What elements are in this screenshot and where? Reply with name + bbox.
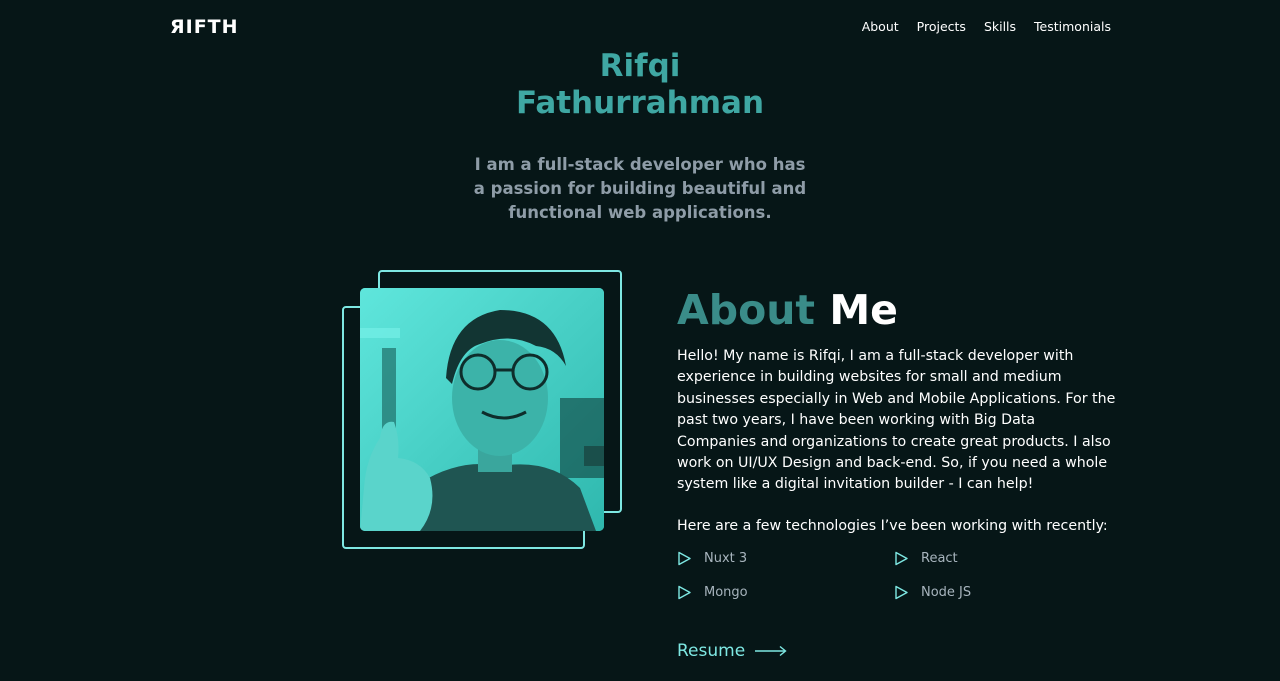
play-outline-icon (677, 585, 692, 600)
hero-last-name: Fathurrahman (515, 85, 765, 121)
tech-item-nodejs: Node JS (894, 585, 971, 600)
about-title: About Me (677, 287, 898, 333)
about-title-rest: Me (829, 286, 898, 334)
hero-first-name: Rifqi (599, 48, 681, 84)
long-arrow-right-icon (755, 645, 787, 657)
profile-photo (360, 288, 604, 531)
play-outline-icon (894, 585, 909, 600)
tech-label: Nuxt 3 (704, 551, 748, 566)
resume-link[interactable]: Resume (677, 641, 787, 661)
nav-link-projects[interactable]: Projects (917, 19, 966, 34)
nav-link-about[interactable]: About (862, 19, 899, 34)
play-outline-icon (894, 551, 909, 566)
tech-item-mongo: Mongo (677, 585, 748, 600)
hero-name: Rifqi Fathurrahman (0, 48, 1280, 122)
tech-label: Mongo (704, 585, 748, 600)
nav-link-skills[interactable]: Skills (984, 19, 1016, 34)
resume-label: Resume (677, 641, 746, 661)
nav-link-testimonials[interactable]: Testimonials (1034, 19, 1111, 34)
top-nav: About Projects Skills Testimonials (862, 19, 1111, 34)
profile-photo-illustration (360, 288, 604, 531)
tech-item-nuxt: Nuxt 3 (677, 551, 747, 566)
tech-label: React (921, 551, 958, 566)
tech-item-react: React (894, 551, 958, 566)
about-title-accent: About (677, 286, 816, 334)
portfolio-page: ЯIFTH About Projects Skills Testimonials… (0, 0, 1280, 681)
site-logo[interactable]: ЯIFTH (170, 16, 239, 38)
play-outline-icon (677, 551, 692, 566)
tech-intro: Here are a few technologies I’ve been wo… (677, 518, 1108, 534)
hero-tagline: I am a full-stack developer who has a pa… (473, 155, 807, 222)
tech-label: Node JS (921, 585, 972, 600)
about-bio: Hello! My name is Rifqi, I am a full-sta… (677, 348, 1116, 493)
